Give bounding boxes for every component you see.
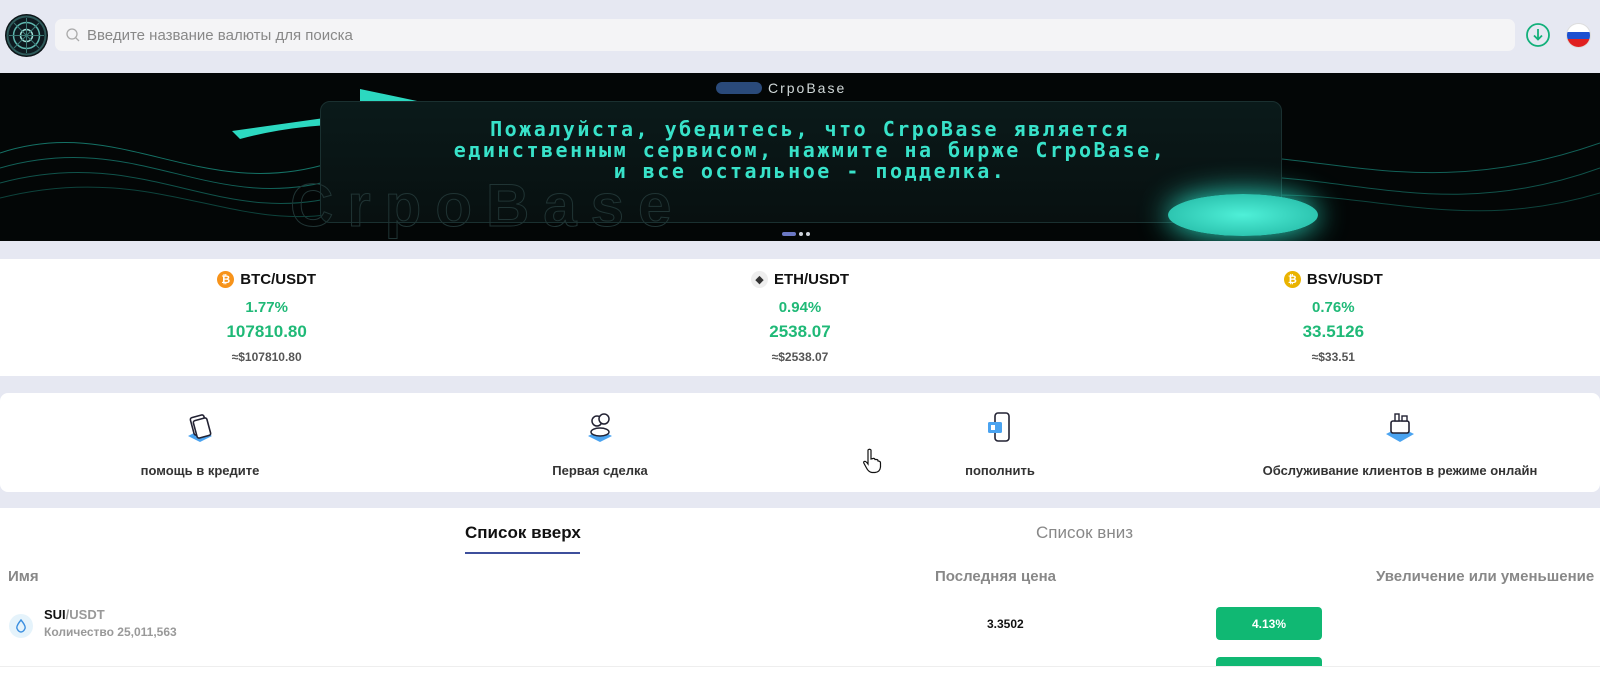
search-bar[interactable] bbox=[55, 19, 1515, 51]
tab-list-down[interactable]: Список вниз bbox=[1036, 523, 1133, 543]
ticker-price: 33.5126 bbox=[1302, 322, 1365, 341]
carousel-dot[interactable] bbox=[806, 232, 810, 236]
quick-item-credit-help[interactable]: помощь в кредите bbox=[0, 393, 400, 492]
quick-label: помощь в кредите bbox=[140, 463, 260, 478]
download-icon[interactable] bbox=[1525, 22, 1551, 48]
tab-underline bbox=[465, 552, 580, 554]
banner-headline: Пожалуйста, убедитесь, что CrpoBase явля… bbox=[453, 117, 1167, 183]
col-header-name: Имя bbox=[8, 568, 39, 585]
ticker-change: 1.77% bbox=[245, 299, 288, 316]
bitcoin-icon: ₿ bbox=[217, 271, 235, 288]
row-last-price: 3.3502 bbox=[987, 617, 1024, 631]
ticker-price: 2538.07 bbox=[769, 322, 831, 341]
search-input[interactable] bbox=[87, 26, 1515, 44]
quick-item-deposit[interactable]: пополнить bbox=[800, 393, 1200, 492]
col-header-last-price: Последняя цена bbox=[935, 568, 1056, 585]
ticker-usd: ≈$2538.07 bbox=[771, 350, 829, 364]
ticker-bsv[interactable]: ₿ BSV/USDT 0.76% 33.5126 ≈$33.51 bbox=[1067, 259, 1600, 376]
quick-label: пополнить bbox=[965, 463, 1035, 478]
ticker-pair: BSV/USDT bbox=[1306, 271, 1383, 288]
ticker-pair: ETH/USDT bbox=[773, 271, 849, 288]
first-trade-icon bbox=[588, 413, 612, 442]
ethereum-icon: ◆ bbox=[750, 271, 768, 288]
ticker-eth[interactable]: ◆ ETH/USDT 0.94% 2538.07 ≈$2538.07 bbox=[533, 259, 1066, 376]
quick-label: Обслуживание клиентов в режиме онлайн bbox=[1262, 463, 1538, 478]
ticker-price: 107810.80 bbox=[226, 322, 307, 341]
credit-help-icon bbox=[188, 414, 212, 442]
coin-icon bbox=[1168, 194, 1318, 236]
quick-label: Первая сделка bbox=[552, 463, 648, 478]
ticker-usd: ≈$107810.80 bbox=[231, 350, 302, 364]
row-quote: /USDT bbox=[65, 607, 105, 622]
ru-flag-icon[interactable] bbox=[1566, 23, 1591, 48]
banner-brand-label: CrpoBase bbox=[768, 80, 847, 96]
hand-cursor-icon bbox=[863, 448, 882, 474]
ticker-strip: ₿ BTC/USDT 1.77% 107810.80 ≈$107810.80 ◆… bbox=[0, 259, 1600, 376]
carousel-indicators[interactable] bbox=[782, 232, 810, 236]
bsv-icon: ₿ bbox=[1283, 271, 1301, 288]
sui-coin-icon bbox=[9, 614, 33, 638]
quick-item-first-trade[interactable]: Первая сделка bbox=[400, 393, 800, 492]
carousel-dot[interactable] bbox=[799, 232, 803, 236]
row-symbol: SUI/USDT bbox=[44, 607, 105, 622]
promo-banner[interactable]: CrpoBase CrpoBase Пожалуйста, убедитесь,… bbox=[0, 73, 1600, 241]
top-header bbox=[0, 0, 1600, 72]
support-icon bbox=[1386, 413, 1414, 442]
ticker-usd: ≈$33.51 bbox=[1311, 350, 1355, 364]
row-change-badge[interactable]: 4.13% bbox=[1216, 607, 1322, 640]
row-base: SUI bbox=[44, 607, 66, 622]
deposit-icon bbox=[988, 412, 1010, 442]
tab-list-up[interactable]: Список вверх bbox=[465, 523, 581, 543]
col-header-change: Увеличение или уменьшение bbox=[1376, 568, 1595, 585]
list-tabs: Список вверх Список вниз bbox=[0, 508, 1600, 554]
quick-item-support[interactable]: Обслуживание клиентов в режиме онлайн bbox=[1200, 393, 1600, 492]
search-icon bbox=[66, 28, 80, 42]
market-list: Список вверх Список вниз Имя Последняя ц… bbox=[0, 508, 1600, 683]
bottom-nav-bar bbox=[0, 666, 1600, 683]
carousel-dot[interactable] bbox=[782, 232, 796, 236]
ticker-btc[interactable]: ₿ BTC/USDT 1.77% 107810.80 ≈$107810.80 bbox=[0, 259, 533, 376]
table-row[interactable]: SUI/USDT Количество 25,011,563 3.3502 4.… bbox=[0, 604, 1600, 648]
app-logo[interactable] bbox=[5, 14, 48, 57]
banner-brand: CrpoBase bbox=[716, 79, 896, 97]
ticker-pair: BTC/USDT bbox=[240, 271, 317, 288]
ticker-change: 0.76% bbox=[1312, 299, 1355, 316]
ticker-change: 0.94% bbox=[778, 299, 822, 316]
brand-logo-icon bbox=[716, 82, 762, 94]
quick-menu: помощь в кредите Первая сделка пополнить… bbox=[0, 393, 1600, 492]
row-volume: Количество 25,011,563 bbox=[44, 625, 177, 639]
